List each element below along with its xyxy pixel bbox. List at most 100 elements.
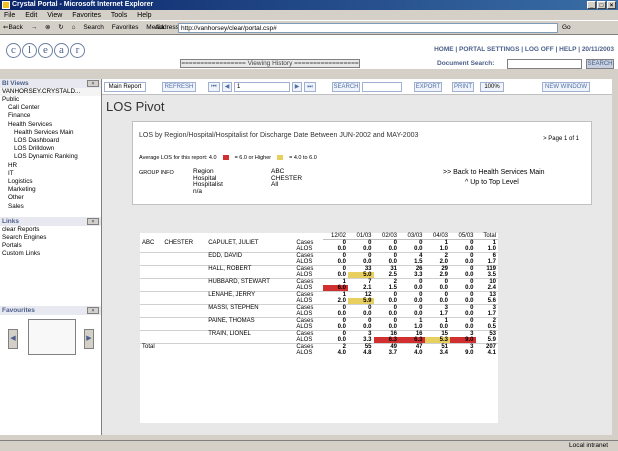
favorites-button[interactable]: Favorites xyxy=(112,24,139,31)
favourites-title: Favourites xyxy=(2,307,35,314)
search-button[interactable]: Search xyxy=(83,24,104,31)
prev-page-icon[interactable]: ◀ xyxy=(222,82,232,92)
doc-search-input[interactable] xyxy=(507,59,582,69)
tree-item[interactable]: LOS Dynamic Ranking xyxy=(2,153,101,161)
menu-help[interactable]: Help xyxy=(137,12,151,19)
legend-yellow-label: = 4.0 to 6.0 xyxy=(289,155,317,161)
last-page-icon[interactable]: ⏭ xyxy=(304,82,316,92)
report-toolbar: Main Report REFRESH ⏮ ◀ 1 ▶ ⏭ SEARCH EXP… xyxy=(102,79,612,95)
table-cell: 3.7 xyxy=(388,350,398,356)
report-search-input[interactable] xyxy=(362,82,402,92)
menu-bar: File Edit View Favorites Tools Help xyxy=(0,10,618,21)
up-top-link[interactable]: ^ Up to Top Level xyxy=(465,179,519,186)
links-close-button[interactable]: × xyxy=(87,217,99,225)
minimize-button[interactable]: _ xyxy=(587,1,596,9)
link-item[interactable]: Custom Links xyxy=(2,250,101,258)
home-icon[interactable]: ⌂ xyxy=(72,24,76,31)
close-button[interactable]: × xyxy=(607,1,616,9)
group-na[interactable]: n/a xyxy=(193,188,223,196)
new-window-button[interactable]: NEW WINDOW xyxy=(542,82,590,92)
legend-red-label: = 6.0 or Higher xyxy=(234,155,272,161)
logo-letter: r xyxy=(70,43,85,58)
top-links[interactable]: HOME | PORTAL SETTINGS | LOG OFF | HELP … xyxy=(434,46,614,53)
tree-item[interactable]: Public xyxy=(2,96,101,104)
avg-los: Average LOS for this report: 4.0 xyxy=(139,155,217,161)
bi-views-header: BI Views × xyxy=(0,79,101,88)
legend-yellow-swatch xyxy=(277,155,284,160)
favourite-thumbnail[interactable] xyxy=(28,319,76,355)
zoom-select[interactable]: 100% xyxy=(480,82,504,92)
tree-item[interactable]: LOS Drilldown xyxy=(2,145,101,153)
tree-item[interactable]: IT xyxy=(2,170,101,178)
page-info: > Page 1 of 1 xyxy=(543,136,579,142)
group-val-hospitalist: All xyxy=(271,181,279,188)
report-subtitle: LOS by Region/Hospital/Hospitalist for D… xyxy=(139,132,419,139)
links-header: Links × xyxy=(0,216,101,226)
links-list: clear Reports Search Engines Portals Custom… xyxy=(0,226,101,259)
table-cell xyxy=(140,350,162,356)
stop-icon[interactable]: ⊗ xyxy=(45,24,50,31)
menu-file[interactable]: File xyxy=(4,12,15,19)
portal-header: c l e a r HOME | PORTAL SETTINGS | LOG O… xyxy=(0,35,618,69)
report-search-button[interactable]: SEARCH xyxy=(332,82,360,92)
server-select[interactable]: VANHORSEY.CRYSTALD... xyxy=(0,88,101,96)
link-item[interactable]: clear Reports xyxy=(2,226,101,234)
back-main-link[interactable]: >> Back to Health Services Main xyxy=(443,169,545,176)
tree-item[interactable]: Health Services Main xyxy=(2,129,101,137)
group-info-label: GROUP INFO xyxy=(139,170,174,176)
legend-red-swatch xyxy=(222,155,229,160)
menu-favorites[interactable]: Favorites xyxy=(72,12,101,19)
table-cell: ALOS xyxy=(296,350,313,356)
report-type-select[interactable]: Main Report xyxy=(104,82,146,92)
fav-prev-button[interactable]: ◀ xyxy=(8,329,18,349)
link-item[interactable]: Search Engines xyxy=(2,234,101,242)
report-area: Main Report REFRESH ⏮ ◀ 1 ▶ ⏭ SEARCH EXP… xyxy=(102,79,612,435)
tree-item[interactable]: Logistics xyxy=(2,178,101,186)
report-content: LOS Pivot > Page 1 of 1 LOS by Region/Ho… xyxy=(102,95,612,435)
favourites-header: Favourites × xyxy=(0,306,101,315)
tree-item[interactable]: LOS Dashboard xyxy=(2,137,101,145)
logo-letter: e xyxy=(38,43,53,58)
group-list: Region Hospital Hospitalist n/a xyxy=(193,168,223,196)
address-field[interactable]: http://vanhorsey/clear/portal.csp# xyxy=(178,23,558,33)
tree-item[interactable]: Marketing xyxy=(2,186,101,194)
fav-next-button[interactable]: ▶ xyxy=(84,329,94,349)
tree-item[interactable]: Finance xyxy=(2,112,101,120)
fav-close-button[interactable]: × xyxy=(87,307,99,314)
address-label: Address xyxy=(155,24,179,31)
legend-row: Average LOS for this report: 4.0 = 6.0 o… xyxy=(139,155,317,161)
forward-button[interactable]: → xyxy=(31,24,38,31)
viewing-history-select[interactable]: ================= Viewing History ======… xyxy=(180,59,360,68)
logo-letter: l xyxy=(22,43,37,58)
pivot-table-panel: 12/02 01/03 02/03 03/03 04/03 05/03 Total ABC CH… xyxy=(140,233,498,423)
menu-view[interactable]: View xyxy=(47,12,62,19)
print-button[interactable]: PRINT xyxy=(452,82,474,92)
clear-logo: c l e a r xyxy=(6,43,85,58)
maximize-button[interactable]: □ xyxy=(597,1,606,9)
tree-item[interactable]: HR xyxy=(2,162,101,170)
first-page-icon[interactable]: ⏮ xyxy=(208,82,220,92)
export-button[interactable]: EXPORT xyxy=(414,82,442,92)
back-button[interactable]: ⇐Back xyxy=(3,24,23,31)
tree-item[interactable]: Call Center xyxy=(2,104,101,112)
link-item[interactable]: Portals xyxy=(2,242,101,250)
table-cell: 4.8 xyxy=(363,350,372,356)
tree-item[interactable]: Health Services xyxy=(2,121,101,129)
table-cell: 4.0 xyxy=(337,350,347,356)
doc-search-button[interactable]: SEARCH xyxy=(586,59,614,69)
go-button[interactable]: Go xyxy=(562,22,586,34)
menu-edit[interactable]: Edit xyxy=(25,12,37,19)
pane-close-button[interactable]: × xyxy=(87,80,99,87)
tree-item[interactable]: Sales xyxy=(2,203,101,211)
refresh-icon[interactable]: ↻ xyxy=(58,24,63,31)
table-cell xyxy=(206,350,294,356)
logo-letter: a xyxy=(54,43,69,58)
menu-tools[interactable]: Tools xyxy=(111,12,127,19)
table-cell: 4.1 xyxy=(487,350,496,356)
refresh-button[interactable]: REFRESH xyxy=(162,82,196,92)
logo-letter: c xyxy=(6,43,21,58)
tree-item[interactable]: Other xyxy=(2,194,101,202)
table-cell: 3.4 xyxy=(439,350,449,356)
page-number-input[interactable]: 1 xyxy=(234,82,290,92)
next-page-icon[interactable]: ▶ xyxy=(292,82,302,92)
